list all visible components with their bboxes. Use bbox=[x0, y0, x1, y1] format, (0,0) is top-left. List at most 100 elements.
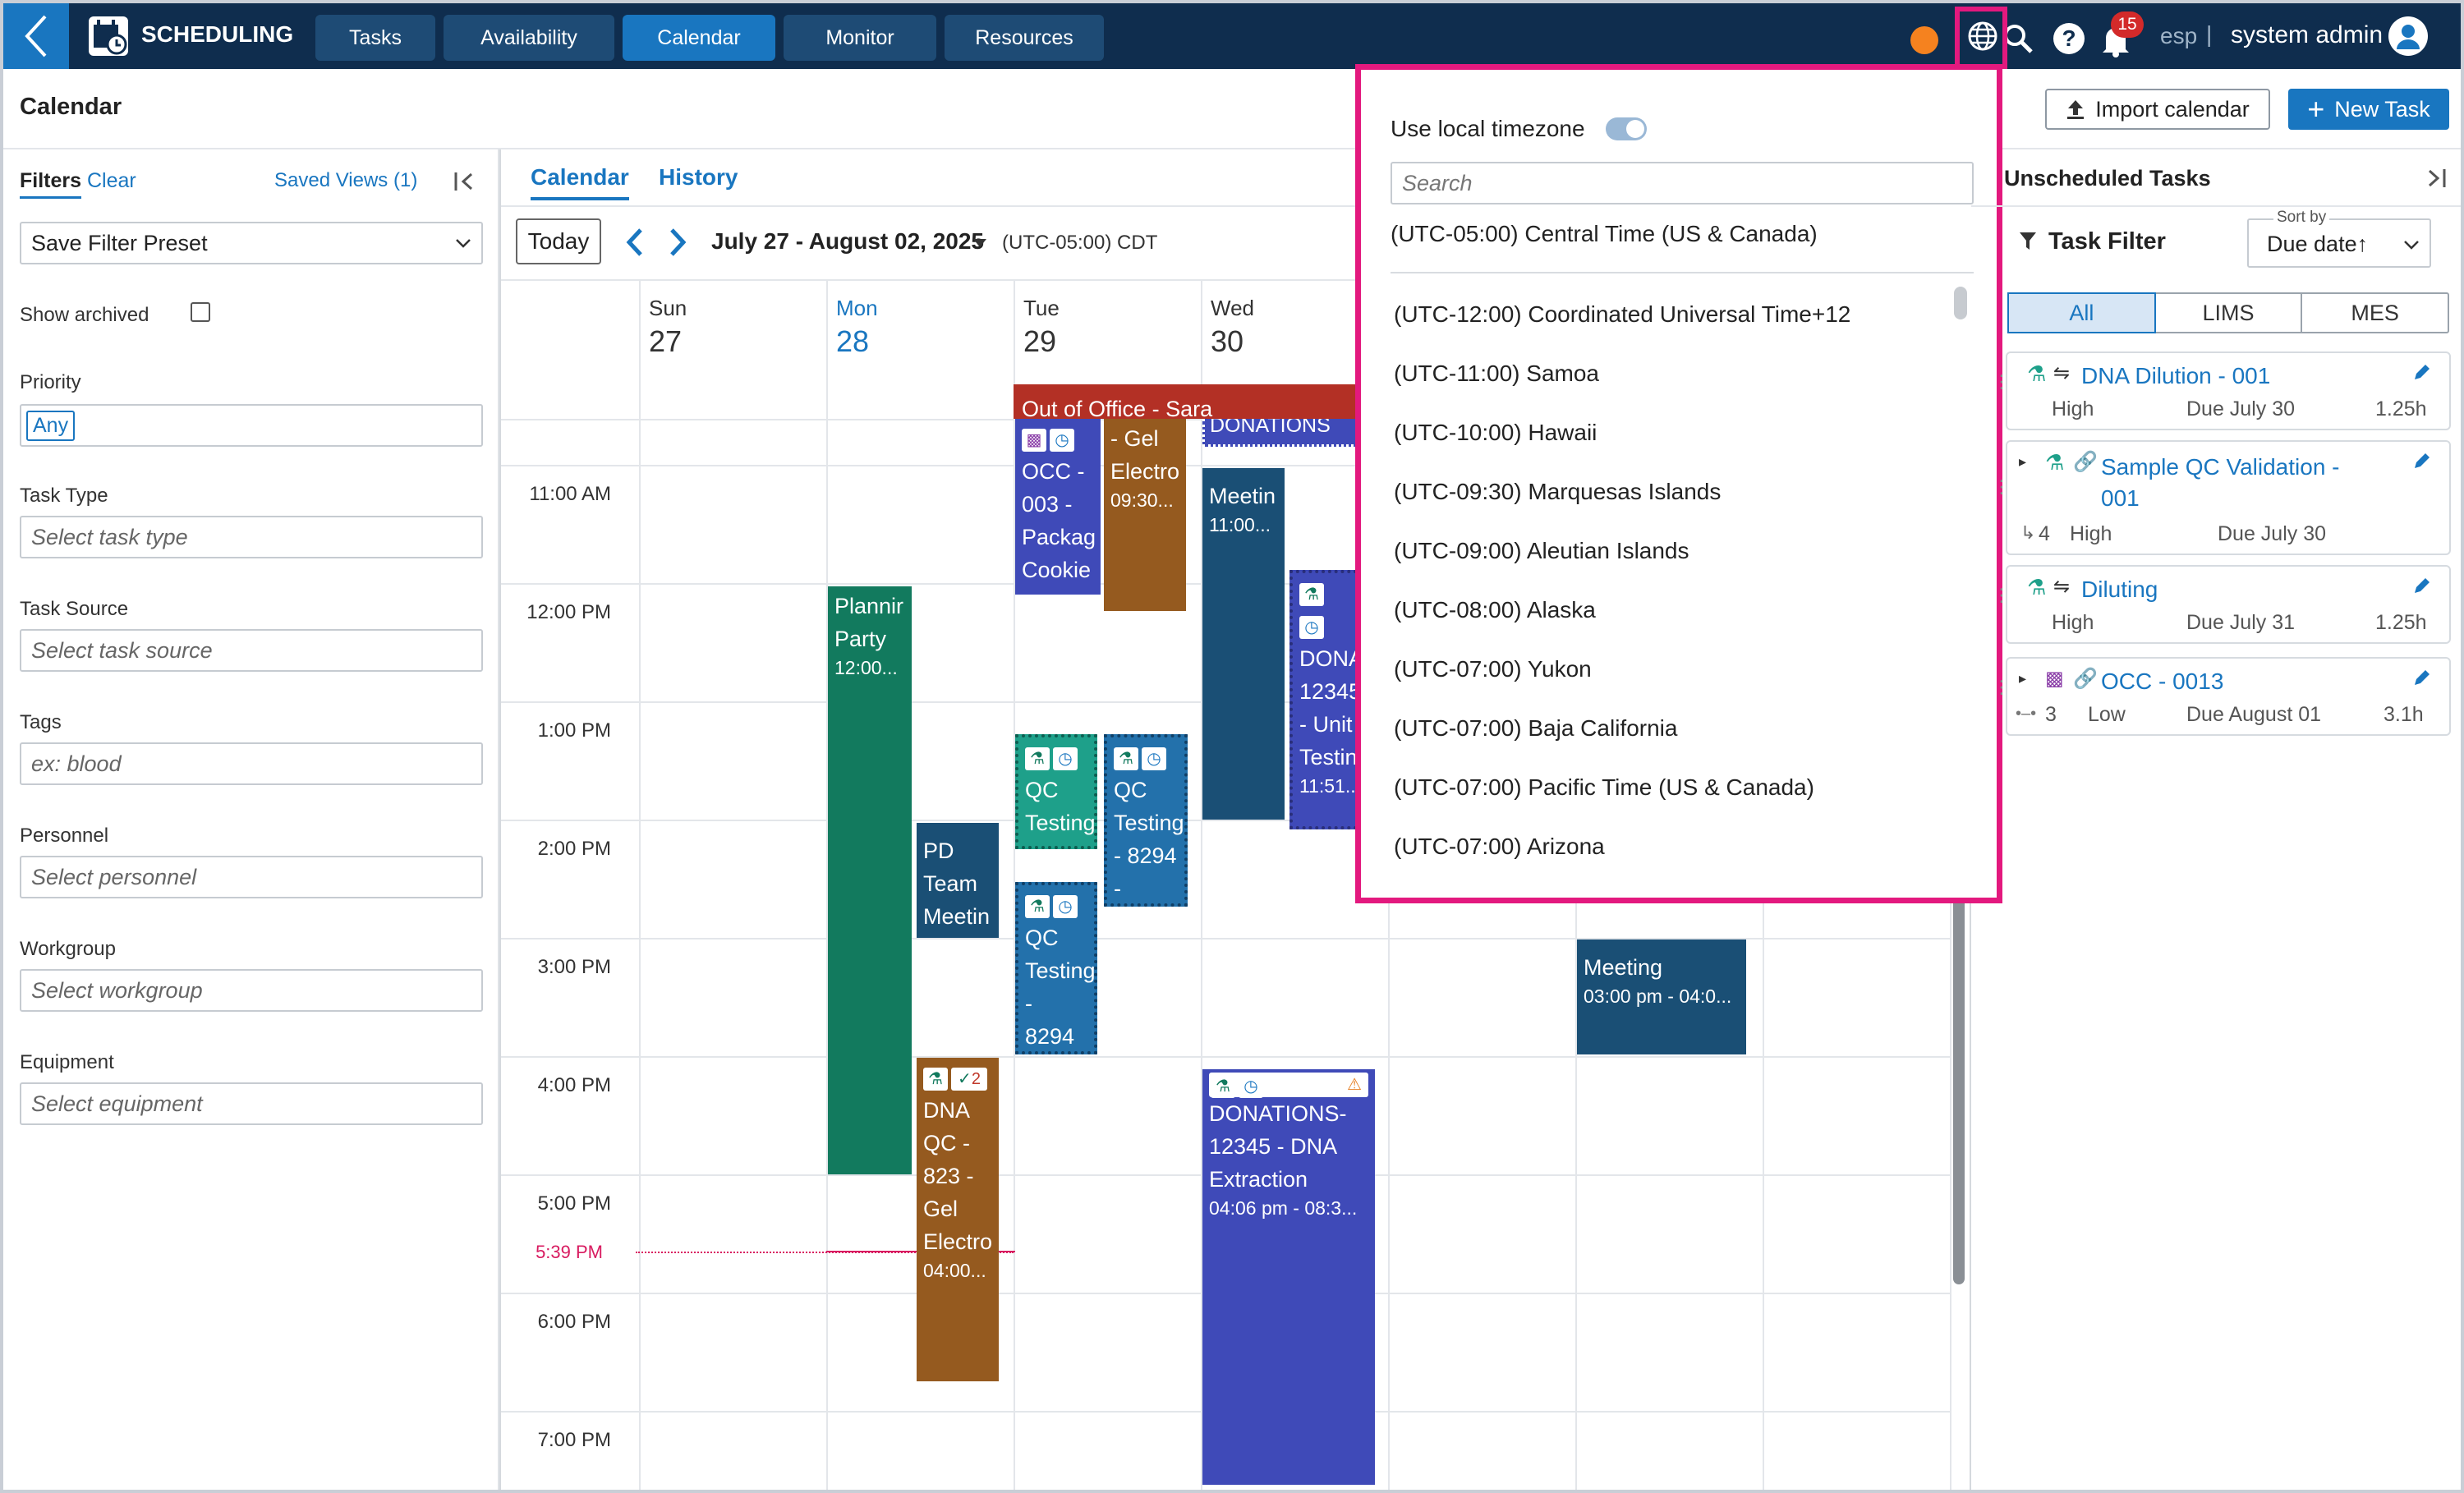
timezone-selected[interactable]: (UTC-05:00) Central Time (US & Canada) bbox=[1391, 221, 1818, 247]
task-card[interactable]: ⋮ ⚗ ⇋ Diluting High Due July 31 1.25h bbox=[1993, 565, 2451, 644]
expand-caret-icon[interactable]: ▸ bbox=[2019, 453, 2026, 471]
nav-tab-calendar[interactable]: Calendar bbox=[623, 15, 775, 61]
clock-icon: ◷ bbox=[1050, 428, 1074, 452]
today-button[interactable]: Today bbox=[516, 218, 601, 264]
notification-badge: 15 bbox=[2111, 11, 2144, 38]
timezone-option[interactable]: (UTC-09:00) Aleutian Islands bbox=[1394, 538, 1689, 564]
task-card[interactable]: ⋮ ▸ ▩ 🔗 OCC - 0013 •–• 3 Low Due August … bbox=[1993, 657, 2451, 736]
task-card[interactable]: ⋮ ⚗ ⇋ DNA Dilution - 001 High Due July 3… bbox=[1993, 351, 2451, 430]
event-qc-testing-3[interactable]: ⚗◷ QC Testing - 8294 - bbox=[1015, 882, 1097, 1054]
date-range-label[interactable]: July 27 - August 02, 2025 bbox=[711, 228, 984, 255]
filter-preset-select[interactable]: Save Filter Preset bbox=[20, 222, 483, 264]
event-meeting-fri[interactable]: Meeting 03:00 pm - 04:0... bbox=[1577, 939, 1746, 1054]
task-duration: 3.1h bbox=[2384, 703, 2424, 726]
pencil-icon[interactable] bbox=[2413, 363, 2431, 381]
pencil-icon[interactable] bbox=[2413, 452, 2431, 470]
filters-clear-link[interactable]: Clear bbox=[87, 169, 136, 193]
help-icon[interactable]: ? bbox=[2053, 23, 2085, 54]
collapse-panel-icon[interactable] bbox=[453, 171, 476, 192]
use-local-timezone-toggle[interactable] bbox=[1606, 117, 1647, 140]
drag-handle-icon[interactable]: ⋮ bbox=[1993, 478, 2011, 496]
workgroup-select[interactable]: Select workgroup bbox=[20, 969, 483, 1012]
timezone-option[interactable]: (UTC-12:00) Coordinated Universal Time+1… bbox=[1394, 301, 1850, 328]
import-calendar-button[interactable]: Import calendar bbox=[2045, 89, 2270, 130]
equipment-select[interactable]: Select equipment bbox=[20, 1082, 483, 1125]
task-card[interactable]: ⋮ ▸ ⚗ 🔗 Sample QC Validation - 001 ↳ 4 H… bbox=[1993, 440, 2451, 555]
task-name[interactable]: OCC - 0013 bbox=[2101, 668, 2223, 695]
tab-lims[interactable]: LIMS bbox=[2156, 294, 2303, 332]
timezone-option[interactable]: (UTC-07:00) Pacific Time (US & Canada) bbox=[1394, 774, 1814, 801]
tab-history[interactable]: History bbox=[659, 164, 738, 191]
priority-chip[interactable]: Any bbox=[26, 410, 76, 441]
task-name[interactable]: DNA Dilution - 001 bbox=[2081, 363, 2270, 389]
tab-all[interactable]: All bbox=[2007, 292, 2156, 333]
tags-input[interactable]: ex: blood bbox=[20, 742, 483, 785]
event-dna-qc-823[interactable]: ⚗ ✓2 DNA QC - 823 - Gel Electro 04:00... bbox=[917, 1058, 999, 1381]
timezone-option[interactable]: (UTC-09:30) Marquesas Islands bbox=[1394, 479, 1721, 505]
timezone-option[interactable]: (UTC-07:00) Arizona bbox=[1394, 834, 1605, 860]
task-type-select[interactable]: Select task type bbox=[20, 516, 483, 558]
event-donations-top[interactable]: DONATIONS bbox=[1202, 419, 1358, 447]
expand-caret-icon[interactable]: ▸ bbox=[2019, 670, 2026, 687]
personnel-select[interactable]: Select personnel bbox=[20, 856, 483, 898]
event-planning-party[interactable]: Plannir Party 12:00... bbox=[828, 586, 912, 1174]
language-label[interactable]: esp bbox=[2160, 23, 2197, 49]
task-name[interactable]: Diluting bbox=[2081, 577, 2158, 603]
event-title: DNA QC - 823 - Gel Electro bbox=[923, 1098, 993, 1254]
show-archived-label: Show archived bbox=[20, 304, 149, 326]
event-donations-dna-extraction[interactable]: ⚗ ◷ ⚠ DONATIONS- 12345 - DNA Extraction 0… bbox=[1202, 1069, 1375, 1485]
new-task-button[interactable]: + New Task bbox=[2288, 89, 2449, 130]
show-archived-checkbox[interactable] bbox=[191, 302, 210, 322]
back-button[interactable] bbox=[3, 3, 69, 69]
flask-icon: ⚗ bbox=[1025, 746, 1050, 770]
nav-tab-resources[interactable]: Resources bbox=[945, 15, 1104, 61]
event-gel-electro[interactable]: - Gel Electro 09:30... bbox=[1104, 419, 1186, 611]
task-filter-label[interactable]: Task Filter bbox=[2048, 228, 2166, 255]
tab-mes[interactable]: MES bbox=[2302, 294, 2448, 332]
timezone-option[interactable]: (UTC-11:00) Samoa bbox=[1394, 361, 1599, 387]
avatar[interactable] bbox=[2388, 16, 2428, 56]
collapse-right-icon[interactable] bbox=[2425, 168, 2448, 189]
pencil-icon[interactable] bbox=[2413, 668, 2431, 687]
dependency-count: 3 bbox=[2045, 703, 2057, 726]
event-qc-testing-1[interactable]: ⚗ ◷ QC Testing bbox=[1015, 734, 1097, 849]
calendar-scrollbar[interactable] bbox=[1953, 890, 1965, 1284]
event-icons: ⚗◷ bbox=[1025, 889, 1087, 921]
nav-tab-availability[interactable]: Availability bbox=[444, 15, 614, 61]
tab-calendar[interactable]: Calendar bbox=[531, 164, 629, 200]
event-qc-testing-2[interactable]: ⚗ ◷ QC Testing - 8294 - bbox=[1104, 734, 1188, 907]
timezone-option[interactable]: (UTC-10:00) Hawaii bbox=[1394, 420, 1597, 446]
event-meeting-wed[interactable]: Meetin 11:00... bbox=[1202, 468, 1285, 820]
task-source-select[interactable]: Select task source bbox=[20, 629, 483, 672]
event-occ-003[interactable]: ▩ ◷ OCC - 003 - Packag Cookie bbox=[1015, 419, 1101, 595]
event-dona-unit-testing[interactable]: ⚗◷ DONA 12345 - Unit Testin 11:51... bbox=[1289, 570, 1363, 829]
timezone-option[interactable]: (UTC-07:00) Baja California bbox=[1394, 715, 1677, 742]
search-icon[interactable] bbox=[2002, 23, 2035, 56]
drag-handle-icon[interactable]: ⋮ bbox=[1993, 373, 2011, 391]
user-name[interactable]: system admin bbox=[2231, 21, 2383, 49]
timezone-list-scrollbar[interactable] bbox=[1954, 287, 1967, 319]
day-number: 27 bbox=[649, 324, 683, 358]
event-time: 11:00... bbox=[1209, 514, 1271, 535]
event-out-of-office[interactable]: Out of Office - Sara bbox=[1014, 384, 1358, 419]
nav-tab-monitor[interactable]: Monitor bbox=[784, 15, 936, 61]
task-name[interactable]: Sample QC Validation - 001 bbox=[2101, 452, 2372, 514]
timezone-option[interactable]: (UTC-07:00) Yukon bbox=[1394, 656, 1592, 682]
saved-views-link[interactable]: Saved Views (1) bbox=[274, 169, 417, 192]
priority-field[interactable]: Any bbox=[20, 404, 483, 447]
filter-icon[interactable] bbox=[2019, 232, 2037, 251]
pencil-icon[interactable] bbox=[2413, 577, 2431, 595]
prev-week-icon[interactable] bbox=[624, 227, 646, 258]
sort-by-select[interactable]: Sort by Due date↑ bbox=[2247, 209, 2431, 268]
event-pd-team-meeting[interactable]: PD Team Meetin bbox=[917, 823, 999, 938]
caret-down-icon[interactable] bbox=[972, 238, 987, 248]
drag-handle-icon[interactable]: ⋮ bbox=[1993, 586, 2011, 604]
subtask-icon: ↳ bbox=[2020, 522, 2036, 543]
nav-tab-tasks[interactable]: Tasks bbox=[315, 15, 435, 61]
next-week-icon[interactable] bbox=[667, 227, 688, 258]
page-title: Calendar bbox=[20, 94, 122, 120]
factory-icon: ▩ bbox=[2045, 668, 2064, 690]
timezone-option[interactable]: (UTC-08:00) Alaska bbox=[1394, 597, 1596, 623]
drag-handle-icon[interactable]: ⋮ bbox=[1993, 678, 2011, 696]
timezone-search-input[interactable]: Search bbox=[1391, 162, 1974, 204]
